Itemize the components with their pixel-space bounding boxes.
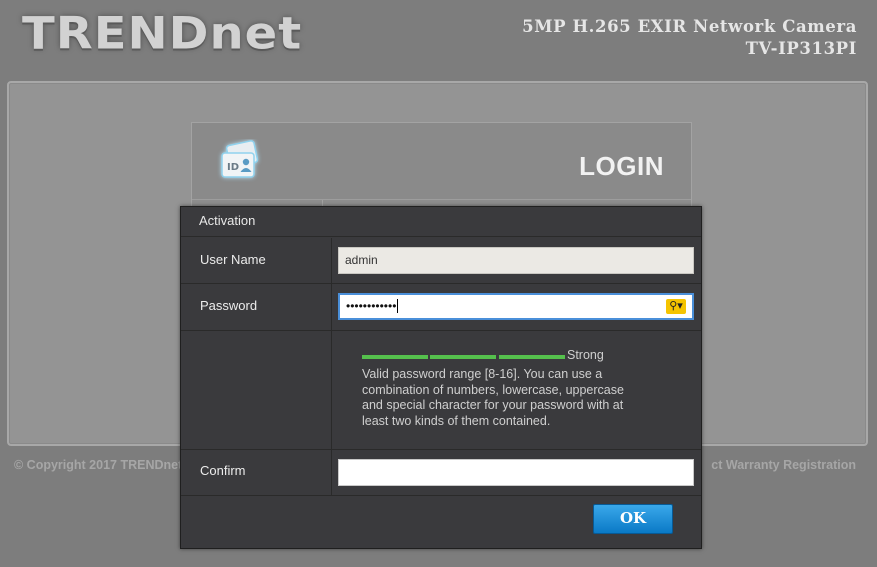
camera-name: 5MP H.265 EXIR Network Camera — [522, 17, 857, 36]
login-header: ID LOGIN — [192, 123, 691, 200]
strength-bar-2 — [430, 355, 496, 359]
copyright-text: © Copyright 2017 TRENDnet. — [14, 458, 186, 472]
username-label: User Name — [181, 238, 332, 283]
password-row: Password ••••••••••••​ ⚲▾ — [181, 284, 701, 331]
confirm-input[interactable] — [338, 459, 694, 486]
trendnet-logo: TRENDnet — [22, 8, 303, 60]
strength-bar-1 — [362, 355, 428, 359]
activation-dialog: Activation User Name admin Password ••••… — [180, 206, 702, 549]
camera-title: 5MP H.265 EXIR Network Camera TV-IP313PI — [522, 16, 857, 60]
password-label: Password — [181, 284, 332, 330]
username-input[interactable]: admin — [338, 247, 694, 274]
confirm-label: Confirm — [181, 450, 332, 495]
camera-model: TV-IP313PI — [745, 39, 857, 58]
text-cursor: ​ — [397, 299, 399, 313]
password-input[interactable]: ••••••••••••​ ⚲▾ — [338, 293, 694, 320]
password-hint: Valid password range [8-16]. You can use… — [362, 367, 624, 428]
username-row: User Name admin — [181, 238, 701, 284]
strength-label-cell — [181, 331, 332, 449]
password-value: •••••••••••• — [346, 299, 397, 313]
key-icon[interactable]: ⚲▾ — [666, 299, 686, 314]
dialog-title: Activation — [181, 207, 701, 237]
strength-bar-3 — [499, 355, 565, 359]
login-title: LOGIN — [579, 151, 664, 181]
ok-button[interactable]: OK — [593, 504, 673, 534]
svg-text:ID: ID — [227, 162, 239, 173]
id-card-icon: ID — [216, 139, 262, 183]
confirm-row: Confirm — [181, 450, 701, 496]
warranty-link[interactable]: ct Warranty Registration — [711, 458, 856, 472]
strength-text: Strong — [567, 348, 604, 362]
